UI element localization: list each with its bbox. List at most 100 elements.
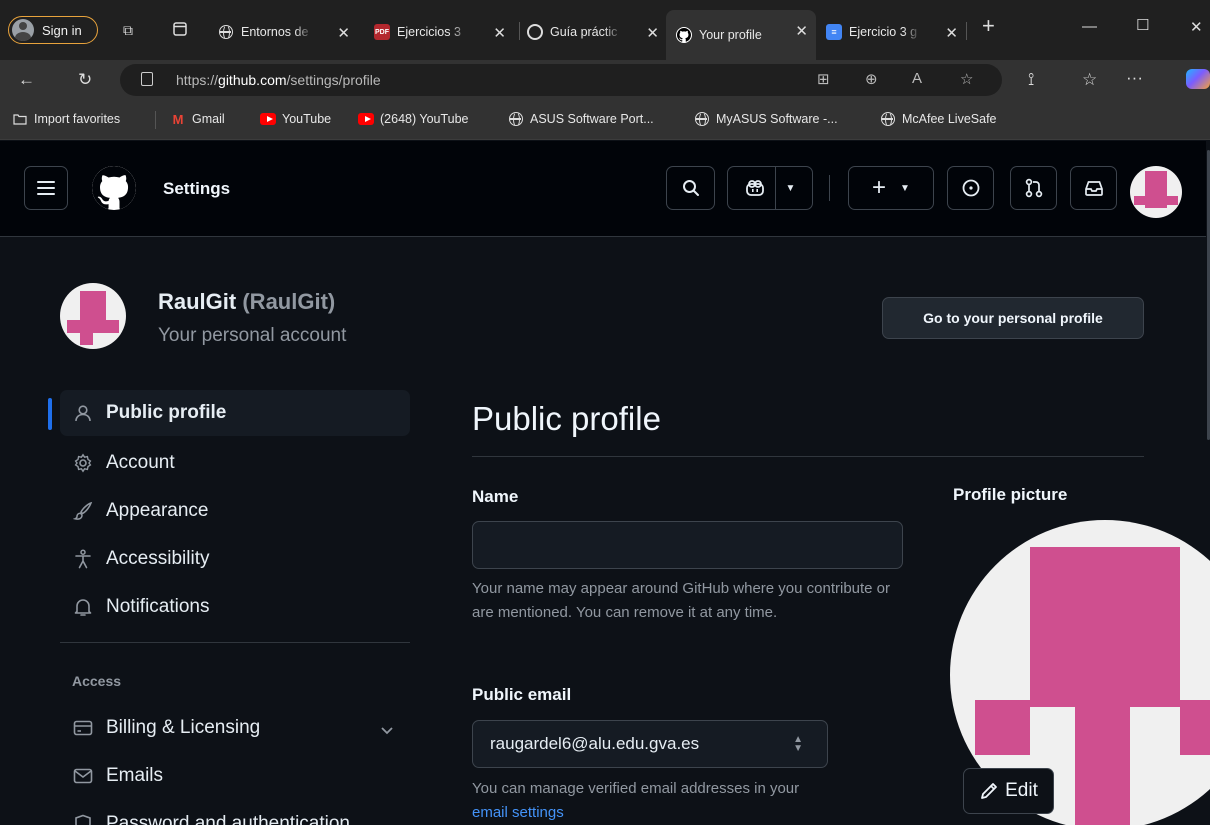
create-new-button[interactable]: + ▼ bbox=[848, 166, 934, 210]
pull-requests-button[interactable] bbox=[1010, 166, 1057, 210]
public-email-value: raugardel6@alu.edu.gva.es bbox=[490, 734, 700, 753]
sidebar-item-appearance[interactable]: Appearance bbox=[60, 488, 410, 534]
issue-opened-icon bbox=[962, 179, 979, 197]
account-name: RaulGit (RaulGit) bbox=[158, 289, 335, 315]
chevron-down-icon[interactable]: ▼ bbox=[786, 183, 796, 194]
bookmark-youtube[interactable]: YouTube bbox=[260, 112, 331, 126]
tab-ejercicios[interactable]: PDF Ejercicios 3 ✕ bbox=[374, 12, 514, 52]
bookmark-label: ASUS Software Port... bbox=[530, 112, 654, 126]
inbox-button[interactable] bbox=[1070, 166, 1117, 210]
tab-label: Your profile bbox=[699, 28, 762, 42]
zoom-icon[interactable]: ⊕ bbox=[865, 70, 878, 88]
tab-separator bbox=[519, 22, 520, 40]
refresh-icon[interactable]: ↻ bbox=[78, 70, 92, 90]
close-window-icon[interactable]: ✕ bbox=[1190, 18, 1203, 36]
bookmark-asus[interactable]: ASUS Software Port... bbox=[508, 112, 654, 127]
sign-in-button[interactable]: Sign in bbox=[8, 16, 98, 44]
bookmark-label: YouTube bbox=[282, 112, 332, 126]
credit-card-icon bbox=[72, 717, 94, 739]
import-icon bbox=[12, 112, 28, 126]
bookmark-label: MyASUS Software -... bbox=[716, 112, 838, 126]
app-available-icon[interactable]: ⊞ bbox=[817, 70, 830, 88]
bookmark-label: McAfee LiveSafe bbox=[902, 112, 997, 126]
mail-icon bbox=[72, 765, 94, 787]
sidebar-item-label: Appearance bbox=[106, 500, 209, 521]
new-tab-icon[interactable]: + bbox=[982, 13, 995, 39]
bookmark-gmail[interactable]: M Gmail bbox=[170, 112, 225, 127]
address-bar[interactable]: https://github.com/settings/profile ⊞ ⊕ … bbox=[120, 64, 1002, 96]
globe-icon bbox=[218, 24, 234, 40]
bell-icon bbox=[72, 596, 94, 618]
email-settings-link[interactable]: email settings bbox=[472, 804, 564, 821]
account-avatar bbox=[60, 283, 126, 349]
close-tab-icon[interactable]: ✕ bbox=[646, 24, 659, 42]
sidebar-item-label: Public profile bbox=[106, 402, 227, 423]
public-email-select[interactable]: raugardel6@alu.edu.gva.es ▲ ▼ bbox=[472, 720, 828, 768]
bookmark-myasus[interactable]: MyASUS Software -... bbox=[694, 112, 838, 127]
minimize-icon[interactable]: — bbox=[1082, 18, 1097, 35]
workspaces-icon[interactable]: ⧉ bbox=[120, 22, 136, 38]
bookmark-label: Import favorites bbox=[34, 112, 121, 126]
address-bar-row: ← ↻ https://github.com/settings/profile … bbox=[0, 60, 1210, 100]
favorites-icon[interactable]: ☆ bbox=[1082, 70, 1097, 90]
chevron-down-icon[interactable] bbox=[380, 720, 394, 742]
sidebar-item-accessibility[interactable]: Accessibility bbox=[60, 536, 410, 582]
search-icon bbox=[682, 180, 699, 196]
go-to-personal-profile-button[interactable]: Go to your personal profile bbox=[882, 297, 1144, 339]
more-icon[interactable]: ··· bbox=[1126, 68, 1143, 88]
bookmark-youtube-2648[interactable]: (2648) YouTube bbox=[358, 112, 469, 126]
paintbrush-icon bbox=[72, 500, 94, 522]
tab-label: Entornos de bbox=[241, 25, 309, 39]
search-button[interactable] bbox=[666, 166, 715, 210]
close-tab-icon[interactable]: ✕ bbox=[945, 24, 958, 42]
bookmark-label: (2648) YouTube bbox=[380, 112, 469, 126]
menu-button[interactable] bbox=[24, 166, 68, 210]
close-tab-icon[interactable]: ✕ bbox=[493, 24, 506, 42]
tab-ejercicio-doc[interactable]: ≡ Ejercicio 3 g ✕ bbox=[826, 12, 966, 52]
tab-your-profile[interactable]: Your profile ✕ bbox=[666, 10, 816, 60]
close-tab-icon[interactable]: ✕ bbox=[795, 22, 808, 40]
inbox-icon bbox=[1084, 181, 1103, 196]
copilot-icon[interactable] bbox=[1186, 69, 1210, 89]
pencil-icon bbox=[981, 783, 998, 799]
sidebar-item-label: Account bbox=[106, 452, 175, 473]
browser-tab-bar: Sign in ⧉ Entornos de ✕ PDF Ejercicios 3… bbox=[0, 0, 1210, 60]
sidebar-item-password[interactable]: Password and authentication bbox=[60, 801, 410, 825]
account-login: (RaulGit) bbox=[242, 289, 336, 314]
name-field[interactable] bbox=[472, 521, 903, 569]
sidebar-item-label: Emails bbox=[106, 765, 164, 786]
favorite-star-icon[interactable]: ☆ bbox=[960, 70, 973, 88]
sidebar-item-public-profile[interactable]: Public profile bbox=[60, 390, 410, 436]
issues-button[interactable] bbox=[947, 166, 994, 210]
sidebar-item-emails[interactable]: Emails bbox=[60, 753, 410, 799]
tab-label: Ejercicio 3 g bbox=[849, 25, 918, 39]
tab-guia[interactable]: Guía práctic ✕ bbox=[527, 12, 667, 52]
back-icon[interactable]: ← bbox=[18, 70, 35, 90]
close-tab-icon[interactable]: ✕ bbox=[337, 24, 350, 42]
bookmarks-bar: Import favorites M Gmail YouTube (2648) … bbox=[0, 100, 1210, 140]
chevron-down-icon: ▼ bbox=[900, 182, 910, 194]
tab-entornos[interactable]: Entornos de ✕ bbox=[218, 12, 358, 52]
pdf-icon: PDF bbox=[374, 24, 390, 40]
read-aloud-icon[interactable]: A bbox=[912, 70, 922, 87]
sidebar-item-account[interactable]: Account bbox=[60, 440, 410, 486]
name-label: Name bbox=[472, 487, 519, 506]
hamburger-icon bbox=[37, 181, 55, 195]
user-avatar[interactable] bbox=[1130, 166, 1182, 218]
bookmark-mcafee[interactable]: McAfee LiveSafe bbox=[880, 112, 997, 127]
sidebar-item-label: Notifications bbox=[106, 596, 210, 617]
bookmark-import-favorites[interactable]: Import favorites bbox=[12, 112, 120, 126]
maximize-icon[interactable]: ☐ bbox=[1136, 16, 1149, 34]
sidebar-item-notifications[interactable]: Notifications bbox=[60, 584, 410, 630]
extensions-icon[interactable]: ⟟ bbox=[1028, 70, 1034, 90]
account-display-name[interactable]: RaulGit bbox=[158, 289, 236, 314]
edit-profile-picture-button[interactable]: Edit bbox=[963, 768, 1054, 814]
github-logo-icon[interactable] bbox=[92, 166, 136, 210]
sidebar-item-billing[interactable]: Billing & Licensing bbox=[60, 705, 410, 751]
page-title[interactable]: Settings bbox=[163, 179, 230, 199]
sidebar-group-heading: Access bbox=[72, 673, 122, 689]
bookmark-label: Gmail bbox=[192, 112, 225, 126]
tab-actions-icon[interactable] bbox=[172, 22, 188, 38]
bookmark-separator bbox=[155, 111, 156, 129]
copilot-button[interactable]: ▼ bbox=[727, 166, 813, 210]
